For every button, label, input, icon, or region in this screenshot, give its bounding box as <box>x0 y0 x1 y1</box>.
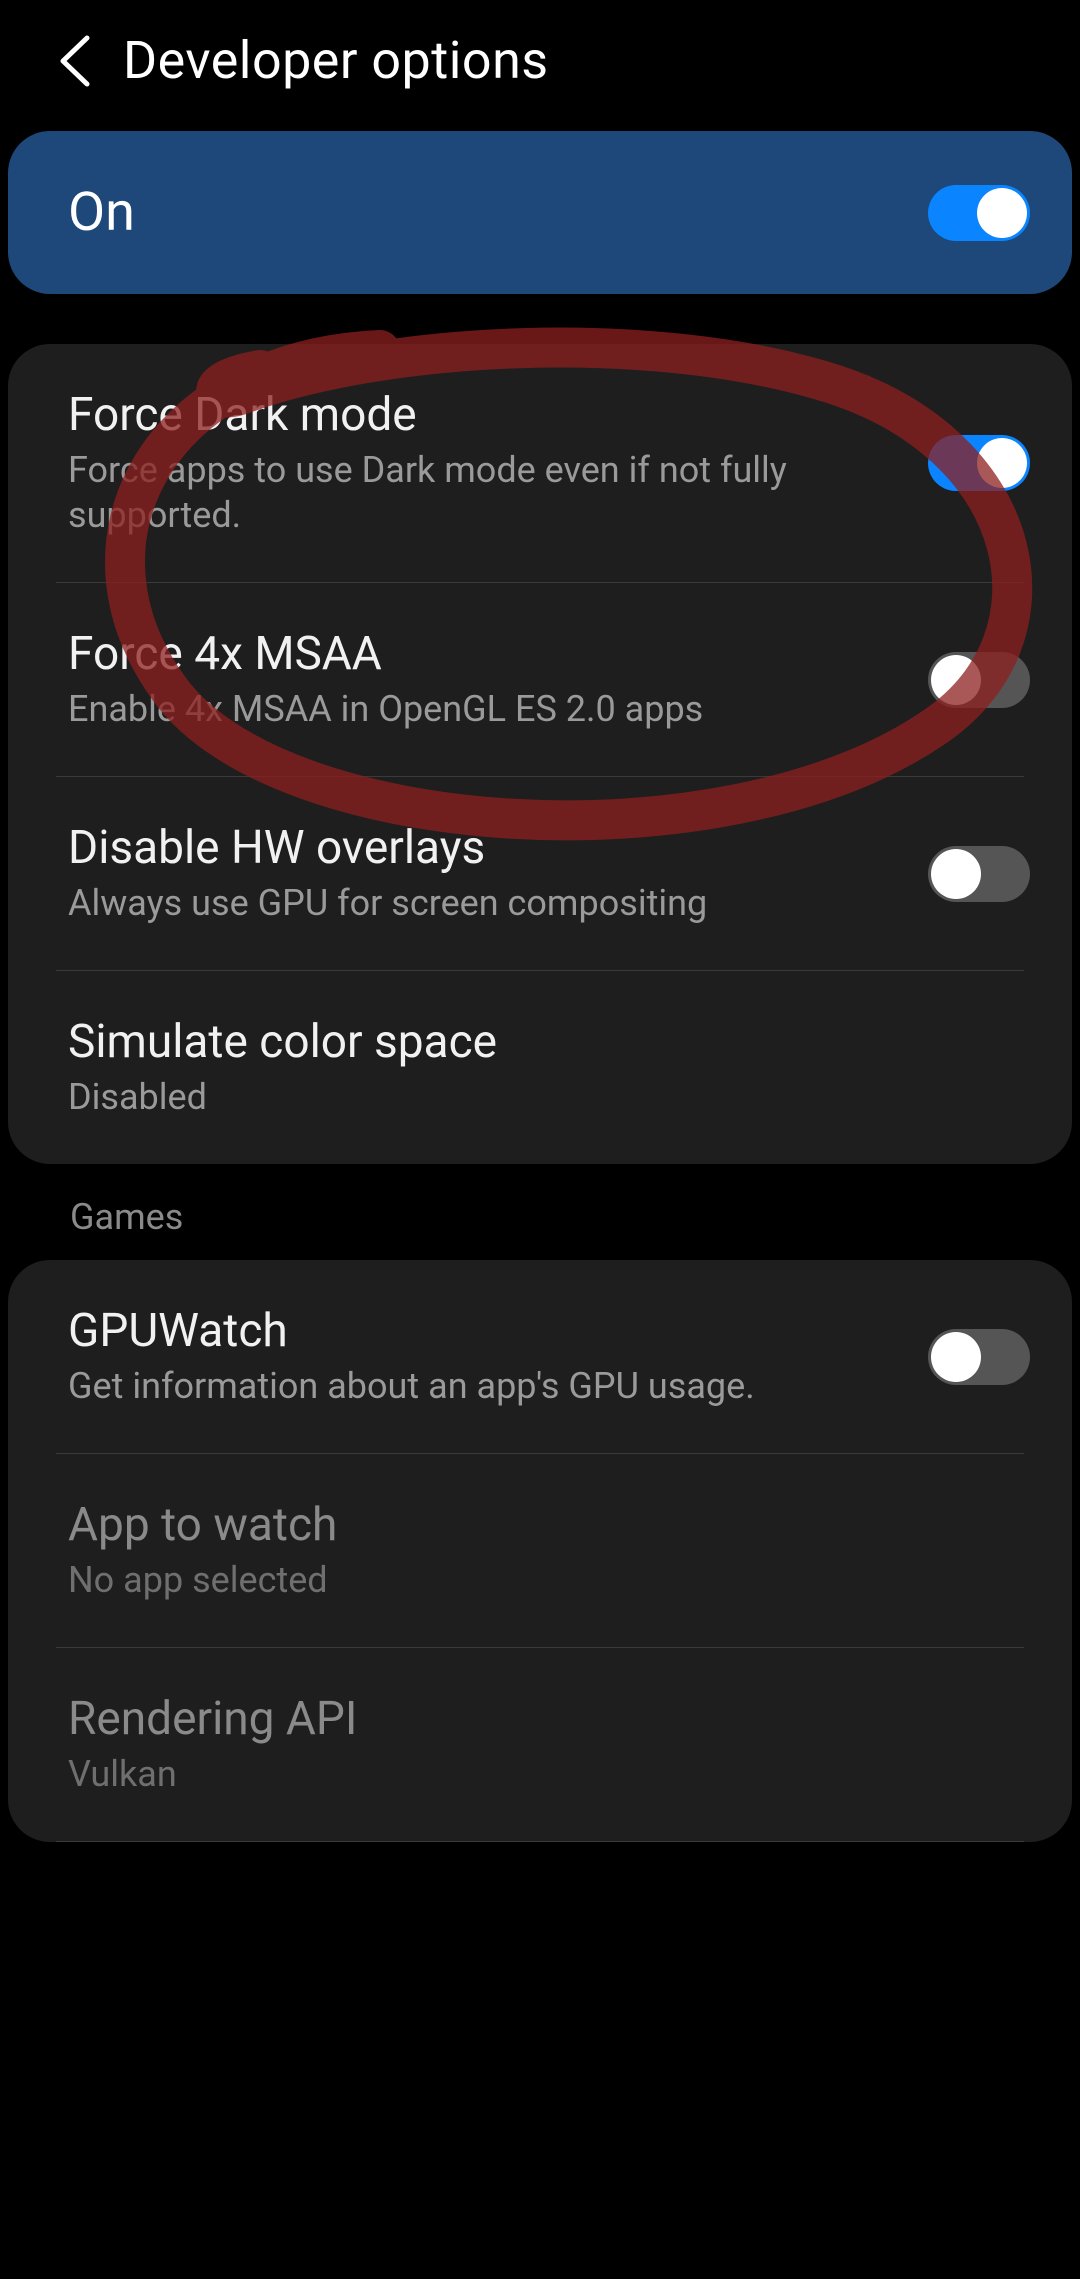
setting-title: GPUWatch <box>68 1304 755 1358</box>
setting-title: Force 4x MSAA <box>68 627 703 681</box>
settings-card-rendering: Force Dark mode Force apps to use Dark m… <box>8 344 1072 1164</box>
page-title: Developer options <box>123 30 549 91</box>
master-toggle-switch[interactable] <box>928 185 1030 241</box>
divider <box>56 1841 1024 1842</box>
setting-rendering-api[interactable]: Rendering API Vulkan <box>8 1648 1072 1841</box>
setting-app-to-watch[interactable]: App to watch No app selected <box>8 1454 1072 1647</box>
back-icon[interactable] <box>55 32 93 90</box>
setting-subtitle: Enable 4x MSAA in OpenGL ES 2.0 apps <box>68 687 703 732</box>
setting-force-dark-mode[interactable]: Force Dark mode Force apps to use Dark m… <box>8 344 1072 582</box>
force-4x-msaa-toggle[interactable] <box>928 652 1030 708</box>
setting-title: Force Dark mode <box>68 388 848 442</box>
settings-card-games: GPUWatch Get information about an app's … <box>8 1260 1072 1842</box>
master-toggle-label: On <box>68 181 135 244</box>
setting-subtitle: Force apps to use Dark mode even if not … <box>68 448 848 538</box>
app-header: Developer options <box>0 0 1080 131</box>
section-heading-games: Games <box>0 1164 1080 1260</box>
setting-subtitle: Always use GPU for screen compositing <box>68 881 707 926</box>
setting-title: Simulate color space <box>68 1015 497 1069</box>
setting-gpuwatch[interactable]: GPUWatch Get information about an app's … <box>8 1260 1072 1453</box>
master-toggle-card: On <box>8 131 1072 294</box>
setting-subtitle: Disabled <box>68 1075 497 1120</box>
setting-subtitle: Vulkan <box>68 1752 357 1797</box>
gpuwatch-toggle[interactable] <box>928 1329 1030 1385</box>
setting-title: App to watch <box>68 1498 337 1552</box>
setting-subtitle: Get information about an app's GPU usage… <box>68 1364 755 1409</box>
setting-simulate-color-space[interactable]: Simulate color space Disabled <box>8 971 1072 1164</box>
setting-force-4x-msaa[interactable]: Force 4x MSAA Enable 4x MSAA in OpenGL E… <box>8 583 1072 776</box>
setting-subtitle: No app selected <box>68 1558 337 1603</box>
setting-title: Rendering API <box>68 1692 357 1746</box>
disable-hw-overlays-toggle[interactable] <box>928 846 1030 902</box>
setting-disable-hw-overlays[interactable]: Disable HW overlays Always use GPU for s… <box>8 777 1072 970</box>
force-dark-mode-toggle[interactable] <box>928 435 1030 491</box>
setting-title: Disable HW overlays <box>68 821 707 875</box>
